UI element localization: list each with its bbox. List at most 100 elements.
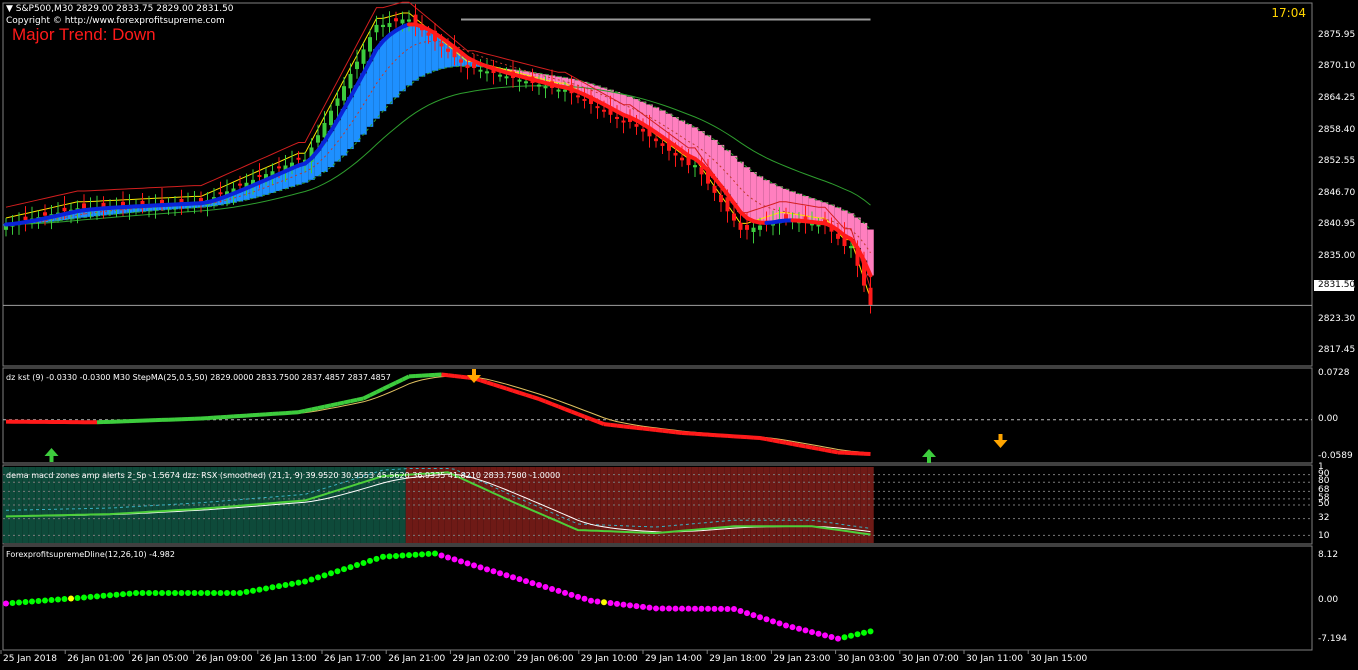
kst-line-segment [779, 439, 787, 445]
kst-line-segment [531, 395, 540, 401]
kst-panel [3, 369, 1312, 463]
candle-body [426, 32, 431, 36]
candle-body [478, 69, 483, 72]
dline-dot [399, 552, 406, 559]
dline-dot [568, 591, 575, 598]
time-tick-label: 30 Jan 03:00 [837, 654, 895, 664]
dline-dot [503, 572, 510, 579]
candle-body [82, 203, 86, 209]
kst-line-segment [831, 449, 839, 455]
dline-dot [250, 587, 256, 594]
kst-line-segment [675, 430, 683, 435]
dline-dot [633, 603, 640, 610]
dline-dot [386, 553, 393, 560]
dline-dot [861, 629, 867, 636]
kst-line-segment [596, 419, 605, 427]
dline-dot [315, 574, 321, 581]
dline-dot [490, 568, 497, 575]
ribbon-bar [366, 61, 374, 127]
dline-dot [451, 556, 458, 563]
dline-dot [308, 576, 315, 583]
candle-body [368, 37, 372, 52]
kst-line-segment [454, 374, 462, 379]
kst-line-segment [447, 373, 455, 379]
dline-dot [29, 598, 35, 605]
kst-line-segment [395, 377, 404, 385]
dline-dot [497, 570, 503, 577]
ribbon-bar [691, 127, 699, 159]
ribbon-bar [392, 30, 400, 98]
dline-dot [68, 595, 74, 602]
price-tick-label: 2823.30 [1318, 313, 1356, 324]
kst-line-segment [811, 445, 819, 451]
kst-line-segment [375, 387, 384, 394]
dline-dot [484, 566, 490, 573]
kst-line-segment [337, 400, 345, 406]
dline-dot [263, 585, 269, 592]
macd-tick-label: 32 [1318, 512, 1330, 523]
dline-dot [412, 551, 419, 558]
dline-dot [276, 583, 282, 590]
dline-dot [692, 605, 698, 612]
panel-border-3 [2, 545, 1313, 651]
dline-dot [373, 555, 380, 562]
kst-line-segment [805, 444, 813, 450]
kst-line-segment [557, 404, 566, 411]
dline-dot [9, 600, 16, 606]
kst-line-segment [362, 393, 371, 401]
kst-line-segment [792, 442, 800, 448]
dline-dot [835, 635, 841, 642]
kst-line-segment [570, 409, 579, 416]
dline-dot [224, 590, 230, 597]
candle-body [738, 222, 743, 230]
candle-body [524, 81, 528, 84]
dline-dot [354, 562, 360, 569]
kst-line-segment [330, 401, 338, 408]
dline-dot [94, 593, 100, 600]
price-tick-label: 2875.95 [1318, 29, 1356, 40]
kst-buy-arrow-icon [922, 449, 936, 463]
dline-dot [198, 590, 204, 597]
kst-line-segment [551, 402, 560, 409]
kst-line-segment [583, 414, 592, 422]
candle-body [563, 89, 567, 92]
price-tick-label: 2817.45 [1318, 345, 1356, 356]
candle-body [342, 86, 346, 101]
candle-body [387, 23, 392, 28]
time-tick-label: 29 Jan 23:00 [773, 654, 831, 664]
candle-body [277, 166, 281, 169]
candle-body [556, 89, 561, 92]
dline-dot [334, 568, 341, 575]
kst-line-segment [798, 443, 806, 449]
kst-line-segment [499, 384, 508, 391]
dline-dot [802, 627, 809, 634]
dline-dot [302, 578, 308, 585]
kst-line-segment [350, 397, 358, 404]
kst-line-segment [479, 378, 488, 385]
dline-dot [432, 550, 438, 557]
candle-body [335, 98, 340, 106]
panel-frames [2, 2, 1313, 651]
ribbon-bar [672, 117, 679, 147]
trading-chart[interactable] [0, 0, 1358, 670]
dline-dot [425, 550, 432, 557]
kst-line-segment [298, 408, 306, 415]
kst-line-segment [304, 407, 312, 413]
time-tick-label: 26 Jan 01:00 [67, 654, 125, 664]
time-tick-label: 29 Jan 06:00 [516, 654, 574, 664]
dline-dot [594, 598, 601, 605]
candle-body [322, 122, 327, 138]
dline-dot [282, 581, 289, 588]
dline-dot [87, 593, 94, 600]
kst-line-segment [649, 427, 657, 433]
kst-line-segment [388, 380, 397, 388]
price-tick-label: 2835.00 [1318, 250, 1356, 261]
dline-dot [22, 599, 29, 606]
dline-dot [783, 622, 789, 629]
kst-line-segment [818, 446, 826, 453]
ribbon-bar [737, 161, 744, 213]
dline-dot [607, 600, 614, 607]
dline-dot [724, 605, 731, 612]
ribbon-bar [730, 155, 738, 204]
kst-line-segment [636, 425, 644, 431]
